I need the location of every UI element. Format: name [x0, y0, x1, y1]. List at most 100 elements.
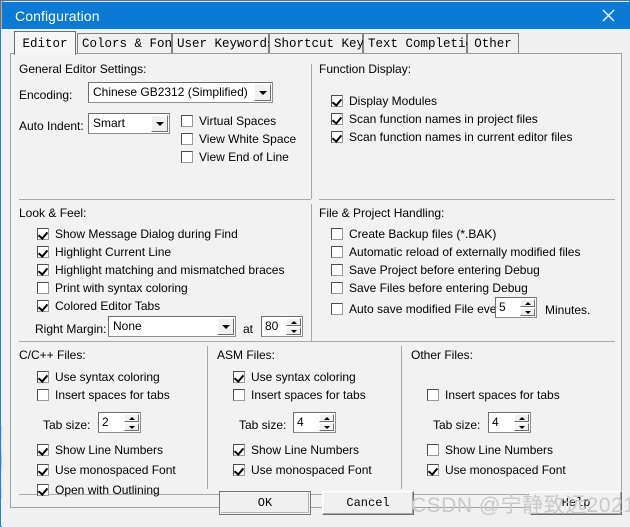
help-button[interactable]: Help: [530, 491, 622, 515]
asm-tab-size-label: Tab size:: [239, 418, 287, 432]
checkbox-label: Save Project before entering Debug: [349, 263, 540, 277]
checkbox-auto-save-modified-file[interactable]: Auto save modified File every: [331, 302, 506, 317]
close-button[interactable]: [586, 2, 630, 29]
checkbox-save-files-before-debug[interactable]: Save Files before entering Debug: [331, 281, 528, 296]
spinner-arrows[interactable]: [286, 318, 301, 335]
checkbox-save-project-before-debug[interactable]: Save Project before entering Debug: [331, 263, 540, 278]
checkbox-box: [37, 484, 49, 496]
checkbox-asm-use-syntax-coloring[interactable]: Use syntax coloring: [233, 370, 356, 385]
checkbox-scan-current-editor-files[interactable]: Scan function names in current editor fi…: [331, 130, 572, 145]
right-margin-label: Right Margin:: [35, 322, 107, 336]
checkbox-box: [331, 131, 343, 143]
c-cpp-files-title: C/C++ Files:: [19, 348, 86, 362]
checkbox-ccpp-use-syntax-coloring[interactable]: Use syntax coloring: [37, 370, 160, 385]
spinner-up-icon[interactable]: [286, 318, 301, 326]
checkbox-label: Show Line Numbers: [251, 443, 360, 457]
checkbox-ccpp-show-line-numbers[interactable]: Show Line Numbers: [37, 443, 163, 458]
spinner-arrows[interactable]: [319, 414, 334, 431]
checkbox-box: [233, 371, 245, 383]
checkbox-colored-editor-tabs[interactable]: Colored Editor Tabs: [37, 299, 160, 314]
spinner-up-icon[interactable]: [319, 414, 334, 422]
spinner-up-icon[interactable]: [514, 414, 529, 422]
checkbox-box: [427, 464, 439, 476]
tab-shortcut-keys[interactable]: Shortcut Keys: [269, 33, 372, 54]
spinner-down-icon[interactable]: [319, 423, 334, 431]
ccpp-tab-size-spinner[interactable]: 2: [98, 412, 141, 433]
checkbox-display-modules[interactable]: Display Modules: [331, 94, 437, 109]
checkbox-box: [233, 444, 245, 456]
checkbox-box: [37, 300, 49, 312]
checkbox-other-insert-spaces-for-tabs[interactable]: Insert spaces for tabs: [427, 388, 560, 403]
spinner-up-icon[interactable]: [124, 414, 139, 422]
other-tab-size-spinner[interactable]: 4: [488, 412, 531, 433]
window-title: Configuration: [15, 7, 100, 24]
checkbox-label: Use syntax coloring: [55, 370, 160, 384]
chevron-down-icon[interactable]: [151, 115, 168, 132]
encoding-combo[interactable]: Chinese GB2312 (Simplified): [88, 82, 273, 103]
tab-colors-fonts[interactable]: Colors & Fonts: [77, 33, 187, 54]
checkbox-highlight-current-line[interactable]: Highlight Current Line: [37, 245, 171, 260]
checkbox-box: [331, 95, 343, 107]
checkbox-other-show-line-numbers[interactable]: Show Line Numbers: [427, 443, 553, 458]
checkbox-scan-project-files[interactable]: Scan function names in project files: [331, 112, 538, 127]
divider-general-lookfeel: [19, 199, 311, 200]
spinner-arrows[interactable]: [124, 414, 139, 431]
spinner-down-icon[interactable]: [520, 308, 535, 316]
look-and-feel-title: Look & Feel:: [19, 206, 87, 220]
checkbox-label: Print with syntax coloring: [55, 281, 188, 295]
checkbox-box: [181, 115, 193, 127]
checkbox-box: [37, 264, 49, 276]
checkbox-ccpp-open-with-outlining[interactable]: Open with Outlining: [37, 483, 160, 498]
checkbox-show-message-dialog-find[interactable]: Show Message Dialog during Find: [37, 227, 238, 242]
checkbox-view-end-of-line[interactable]: View End of Line: [181, 150, 289, 165]
tab-user-keywords[interactable]: User Keywords: [172, 33, 275, 54]
checkbox-other-use-monospaced-font[interactable]: Use monospaced Font: [427, 463, 566, 478]
editor-tab-page: General Editor Settings: Encoding: Chine…: [10, 53, 622, 508]
checkbox-label: Insert spaces for tabs: [445, 388, 560, 402]
checkbox-label: Scan function names in project files: [349, 112, 538, 126]
checkbox-view-white-space[interactable]: View White Space: [181, 132, 296, 147]
checkbox-box: [331, 282, 343, 294]
autosave-minutes-spinner[interactable]: 5: [495, 297, 537, 318]
spinner-arrows[interactable]: [514, 414, 529, 431]
checkbox-box: [427, 444, 439, 456]
checkbox-asm-use-monospaced-font[interactable]: Use monospaced Font: [233, 463, 372, 478]
other-files-title: Other Files:: [411, 348, 474, 362]
checkbox-label: Use monospaced Font: [55, 463, 176, 477]
right-margin-column-spinner[interactable]: 80: [261, 316, 303, 337]
checkbox-asm-show-line-numbers[interactable]: Show Line Numbers: [233, 443, 359, 458]
auto-indent-combo[interactable]: Smart: [88, 113, 170, 134]
chevron-down-icon[interactable]: [217, 318, 234, 335]
checkbox-label: Automatic reload of externally modified …: [349, 245, 581, 259]
asm-tab-size-spinner[interactable]: 4: [293, 412, 336, 433]
spinner-arrows[interactable]: [520, 299, 535, 316]
auto-indent-combo-value: Smart: [93, 116, 126, 130]
checkbox-ccpp-use-monospaced-font[interactable]: Use monospaced Font: [37, 463, 176, 478]
right-margin-combo[interactable]: None: [108, 316, 236, 337]
cancel-button[interactable]: Cancel: [322, 491, 414, 515]
spinner-down-icon[interactable]: [514, 423, 529, 431]
chevron-down-icon[interactable]: [254, 84, 271, 101]
autosave-minutes-label: Minutes.: [545, 303, 591, 317]
checkbox-print-syntax-coloring[interactable]: Print with syntax coloring: [37, 281, 188, 296]
asm-tab-size-value: 4: [297, 415, 304, 429]
spinner-up-icon[interactable]: [520, 299, 535, 307]
checkbox-highlight-braces[interactable]: Highlight matching and mismatched braces: [37, 263, 284, 278]
spinner-down-icon[interactable]: [286, 327, 301, 335]
tab-other[interactable]: Other: [467, 33, 519, 54]
checkbox-ccpp-insert-spaces-for-tabs[interactable]: Insert spaces for tabs: [37, 388, 170, 403]
tab-editor[interactable]: Editor: [14, 31, 76, 55]
checkbox-automatic-reload[interactable]: Automatic reload of externally modified …: [331, 245, 580, 260]
checkbox-box: [331, 246, 343, 258]
tab-text-completion[interactable]: Text Completion: [363, 33, 481, 54]
divider-asm-other: [401, 346, 402, 489]
ok-button[interactable]: OK: [219, 491, 311, 515]
checkbox-asm-insert-spaces-for-tabs[interactable]: Insert spaces for tabs: [233, 388, 366, 403]
encoding-label: Encoding:: [19, 88, 73, 102]
spinner-down-icon[interactable]: [124, 423, 139, 431]
checkbox-label: Colored Editor Tabs: [55, 299, 161, 313]
dialog-client-area: Editor Colors & Fonts User Keywords Shor…: [2, 29, 630, 527]
checkbox-create-backup-files[interactable]: Create Backup files (*.BAK): [331, 227, 496, 242]
checkbox-virtual-spaces[interactable]: Virtual Spaces: [181, 114, 276, 129]
checkbox-box: [37, 282, 49, 294]
